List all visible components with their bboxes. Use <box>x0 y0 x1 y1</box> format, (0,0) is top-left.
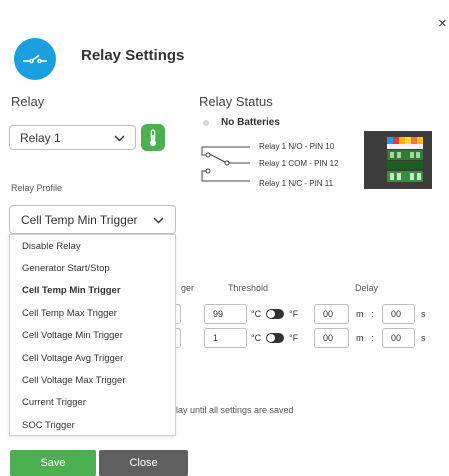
dropdown-option[interactable]: Generator Start/Stop <box>10 257 175 279</box>
delay-minutes-input[interactable]: 00 <box>314 304 349 324</box>
relay-select-value: Relay 1 <box>20 130 61 145</box>
relay-profile-label: Relay Profile <box>11 183 63 193</box>
time-colon: : <box>371 333 374 343</box>
relay-profile-dropdown: Disable Relay Generator Start/Stop Cell … <box>9 234 176 436</box>
threshold-value: 99 <box>213 309 224 319</box>
delay-seconds-value: 00 <box>391 309 402 319</box>
relay-status-label: Relay Status <box>199 94 273 109</box>
delay-minutes-input[interactable]: 00 <box>314 328 349 348</box>
relay-profile-value: Cell Temp Min Trigger <box>21 212 138 227</box>
dropdown-option[interactable]: Current Trigger <box>10 392 175 414</box>
close-icon[interactable]: × <box>438 16 447 31</box>
close-button[interactable]: Close <box>99 450 188 476</box>
pin-label-no: Relay 1 N/O - PIN 10 <box>259 142 335 151</box>
delay-seconds-value: 00 <box>391 333 402 343</box>
thermometer-icon[interactable] <box>141 124 165 151</box>
threshold-column-header: Threshold <box>228 283 269 293</box>
delay-seconds-input[interactable]: 00 <box>382 328 415 348</box>
unit-celsius: °C <box>251 333 262 343</box>
save-button[interactable]: Save <box>10 450 96 476</box>
chevron-down-icon <box>153 213 164 227</box>
threshold-input-row1[interactable]: 99 <box>204 304 247 324</box>
unit-toggle[interactable] <box>266 309 284 319</box>
pin-label-com: Relay 1 COM - PIN 12 <box>259 159 339 168</box>
dropdown-option[interactable]: Cell Voltage Avg Trigger <box>10 347 175 369</box>
status-indicator-dot <box>203 120 209 126</box>
delay-minutes-value: 00 <box>323 333 334 343</box>
threshold-input-row2[interactable]: 1 <box>204 328 247 348</box>
dropdown-option[interactable]: Disable Relay <box>10 235 175 257</box>
dropdown-option[interactable]: Cell Voltage Max Trigger <box>10 369 175 391</box>
dropdown-option-selected[interactable]: Cell Temp Min Trigger <box>10 280 175 302</box>
dropdown-option[interactable]: Cell Temp Max Trigger <box>10 302 175 324</box>
page-title: Relay Settings <box>81 47 185 64</box>
seconds-label: s <box>421 333 426 343</box>
relay-label: Relay <box>11 94 45 109</box>
terminal-block-image <box>364 131 432 194</box>
unit-fahrenheit: °F <box>289 309 299 319</box>
delay-minutes-value: 00 <box>323 309 334 319</box>
save-note-text: lay until all settings are saved <box>176 405 294 415</box>
trigger-column-header: ger <box>181 283 195 293</box>
pin-label-nc: Relay 1 N/C - PIN 11 <box>259 179 334 188</box>
relay-select[interactable]: Relay 1 <box>9 125 136 150</box>
unit-fahrenheit: °F <box>289 333 299 343</box>
delay-seconds-input[interactable]: 00 <box>382 304 415 324</box>
seconds-label: s <box>421 309 426 319</box>
delay-column-header: Delay <box>355 283 379 293</box>
dropdown-option[interactable]: SOC Trigger <box>10 414 175 436</box>
battery-status-text: No Batteries <box>221 117 280 128</box>
minutes-label: m <box>356 309 364 319</box>
relay-wiring-diagram <box>198 140 258 193</box>
threshold-value: 1 <box>213 333 219 343</box>
minutes-label: m <box>356 333 364 343</box>
unit-toggle[interactable] <box>266 333 284 343</box>
chevron-down-icon <box>114 131 125 145</box>
relay-switch-icon <box>14 38 56 80</box>
unit-celsius: °C <box>251 309 262 319</box>
dropdown-option[interactable]: Cell Voltage Min Trigger <box>10 325 175 347</box>
relay-profile-select[interactable]: Cell Temp Min Trigger <box>9 205 176 234</box>
time-colon: : <box>371 309 374 319</box>
